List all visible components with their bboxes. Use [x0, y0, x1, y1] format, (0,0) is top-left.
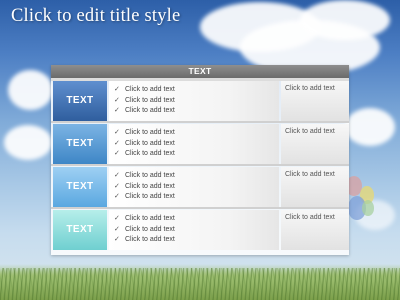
check-icon: ✓	[114, 139, 120, 147]
list-item[interactable]: ✓ Click to add text	[114, 85, 279, 96]
list-item[interactable]: ✓ Click to add text	[114, 225, 279, 236]
row-side-cell[interactable]: Click to add text	[281, 210, 349, 250]
table-row: TEXT ✓ Click to add text ✓ Click to add te…	[51, 81, 349, 123]
list-item-text: Click to add text	[125, 182, 175, 190]
slide: Click to edit title style TEXT TEXT ✓ Cli…	[0, 0, 400, 300]
grass-decoration	[0, 268, 400, 300]
check-icon: ✓	[114, 150, 120, 157]
list-item[interactable]: ✓ Click to add text	[114, 139, 279, 150]
check-icon: ✓	[114, 107, 120, 114]
list-item[interactable]: ✓ Click to add text	[114, 149, 279, 160]
table-row: TEXT ✓ Click to add text ✓ Click to add te…	[51, 124, 349, 166]
list-item[interactable]: ✓ Click to add text	[114, 235, 279, 246]
check-icon: ✓	[114, 172, 120, 179]
row-bullet-list: ✓ Click to add text ✓ Click to add text ✓ C…	[109, 124, 279, 164]
check-icon: ✓	[114, 86, 120, 93]
list-item[interactable]: ✓ Click to add text	[114, 192, 279, 203]
check-icon: ✓	[114, 215, 120, 222]
row-divider	[51, 207, 349, 209]
list-item-text: Click to add text	[125, 96, 175, 104]
list-item-text: Click to add text	[125, 150, 175, 157]
side-cell-text: Click to add text	[285, 214, 335, 221]
list-item-text: Click to add text	[125, 236, 175, 243]
list-item[interactable]: ✓ Click to add text	[114, 171, 279, 182]
row-side-cell[interactable]: Click to add text	[281, 81, 349, 121]
side-cell-text: Click to add text	[285, 85, 335, 92]
row-divider	[51, 164, 349, 166]
side-cell-text: Click to add text	[285, 171, 335, 178]
check-icon: ✓	[114, 182, 120, 190]
check-icon: ✓	[114, 96, 120, 104]
check-icon: ✓	[114, 193, 120, 200]
row-divider	[51, 121, 349, 123]
list-item[interactable]: ✓ Click to add text	[114, 106, 279, 117]
list-item[interactable]: ✓ Click to add text	[114, 182, 279, 193]
row-label[interactable]: TEXT	[53, 210, 107, 250]
content-table: TEXT TEXT ✓ Click to add text ✓ Click to a…	[51, 65, 349, 255]
list-item-text: Click to add text	[125, 172, 175, 179]
table-row: TEXT ✓ Click to add text ✓ Click to add te…	[51, 167, 349, 209]
row-label[interactable]: TEXT	[53, 81, 107, 121]
list-item[interactable]: ✓ Click to add text	[114, 214, 279, 225]
list-item-text: Click to add text	[125, 193, 175, 200]
table-row: TEXT ✓ Click to add text ✓ Click to add te…	[51, 210, 349, 252]
cloud-decoration	[345, 108, 395, 146]
cloud-decoration	[300, 0, 390, 40]
check-icon: ✓	[114, 129, 120, 136]
row-bullet-list: ✓ Click to add text ✓ Click to add text ✓ C…	[109, 167, 279, 207]
list-item-text: Click to add text	[125, 215, 175, 222]
list-item-text: Click to add text	[125, 86, 175, 93]
row-side-cell[interactable]: Click to add text	[281, 167, 349, 207]
check-icon: ✓	[114, 236, 120, 243]
row-label[interactable]: TEXT	[53, 167, 107, 207]
balloon-decoration	[362, 200, 374, 216]
row-side-cell[interactable]: Click to add text	[281, 124, 349, 164]
list-item-text: Click to add text	[125, 139, 175, 147]
list-item[interactable]: ✓ Click to add text	[114, 128, 279, 139]
check-icon: ✓	[114, 225, 120, 233]
list-item-text: Click to add text	[125, 107, 175, 114]
list-item[interactable]: ✓ Click to add text	[114, 96, 279, 107]
table-header[interactable]: TEXT	[51, 65, 349, 78]
cloud-decoration	[8, 70, 53, 110]
cloud-decoration	[4, 125, 52, 160]
row-bullet-list: ✓ Click to add text ✓ Click to add text ✓ C…	[109, 210, 279, 250]
side-cell-text: Click to add text	[285, 128, 335, 135]
row-label[interactable]: TEXT	[53, 124, 107, 164]
row-bullet-list: ✓ Click to add text ✓ Click to add text ✓ C…	[109, 81, 279, 121]
list-item-text: Click to add text	[125, 129, 175, 136]
list-item-text: Click to add text	[125, 225, 175, 233]
slide-title[interactable]: Click to edit title style	[11, 6, 180, 27]
